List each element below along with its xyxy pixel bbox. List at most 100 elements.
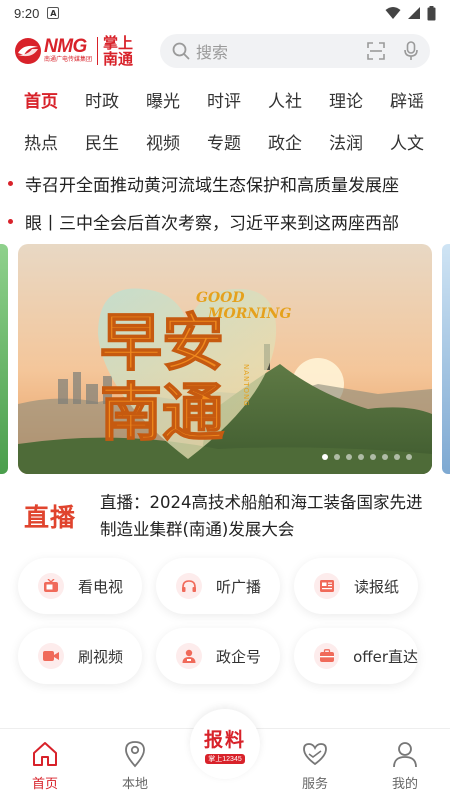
banner-good-morning[interactable]: GOOD MORNING 早安 南通 NANTONG bbox=[18, 244, 432, 474]
wifi-icon bbox=[385, 7, 401, 19]
headline-text: 寺召开全面推动黄河流域生态保护和高质量发展座 bbox=[25, 175, 399, 196]
banner-image: GOOD MORNING 早安 南通 NANTONG bbox=[18, 244, 432, 474]
tab-label: 本地 bbox=[121, 777, 148, 792]
page-dot[interactable] bbox=[322, 454, 328, 460]
channel-row-1: 首页 时政 曝光 时评 人社 理论 辟谣 bbox=[0, 78, 450, 120]
headline-item[interactable]: 眼丨三中全会后首次考察，习近平来到这两座西部 bbox=[0, 202, 450, 240]
logo-text: NMG 南通广电传媒集团 bbox=[44, 36, 93, 64]
headline-text: 眼丨三中全会后首次考察，习近平来到这两座西部 bbox=[25, 213, 399, 234]
listen-radio-button[interactable]: 听广播 bbox=[156, 558, 280, 614]
gov-enterprise-button[interactable]: 政企号 bbox=[156, 628, 280, 684]
channel-tab[interactable]: 时政 bbox=[73, 87, 134, 112]
headphones-icon bbox=[176, 573, 202, 599]
channel-tab[interactable]: 政企 bbox=[256, 129, 317, 154]
report-sublabel: 掌上12345 bbox=[205, 753, 245, 764]
tab-services[interactable]: 服务 bbox=[270, 729, 360, 800]
service-label: offer直达 bbox=[353, 647, 418, 666]
service-shortcuts: 看电视 听广播 读报纸 刷视频 政企号 offer直达 bbox=[0, 558, 450, 698]
page-dot[interactable] bbox=[406, 454, 412, 460]
tab-label: 首页 bbox=[31, 777, 58, 792]
report-button[interactable]: 报料 掌上12345 bbox=[190, 709, 260, 779]
watch-videos-button[interactable]: 刷视频 bbox=[18, 628, 142, 684]
status-time: 9:20 bbox=[14, 5, 40, 21]
channel-tab[interactable]: 曝光 bbox=[134, 87, 195, 112]
app-header: NMG 南通广电传媒集团 掌上 南通 搜索 bbox=[0, 26, 450, 76]
channel-tab[interactable]: 辟谣 bbox=[378, 87, 439, 112]
search-placeholder: 搜索 bbox=[196, 43, 229, 62]
channel-tab[interactable]: 首页 bbox=[12, 87, 73, 112]
service-label: 读报纸 bbox=[354, 577, 400, 596]
banner-en-line1: GOOD bbox=[196, 290, 245, 306]
page-dot[interactable] bbox=[370, 454, 376, 460]
bullet-dot bbox=[8, 218, 13, 224]
heart-hands-icon bbox=[300, 739, 330, 769]
page-dot[interactable] bbox=[382, 454, 388, 460]
channel-tab[interactable]: 人文 bbox=[378, 129, 439, 154]
service-label: 听广播 bbox=[216, 577, 262, 596]
status-icons bbox=[385, 5, 436, 21]
page-dot[interactable] bbox=[358, 454, 364, 460]
offer-direct-button[interactable]: offer直达 bbox=[294, 628, 418, 684]
tab-label: 我的 bbox=[391, 777, 418, 792]
channel-tab[interactable]: 法润 bbox=[317, 129, 378, 154]
banner-cn-line2: 南通 bbox=[100, 376, 224, 449]
channel-tab[interactable]: 时评 bbox=[195, 87, 256, 112]
logo-app-name: 掌上 南通 bbox=[103, 35, 133, 67]
service-label: 政企号 bbox=[216, 647, 262, 666]
newspaper-icon bbox=[314, 573, 340, 599]
status-bar: 9:20 A bbox=[0, 0, 450, 26]
microphone-icon[interactable] bbox=[404, 41, 418, 61]
page-dot[interactable] bbox=[394, 454, 400, 460]
search-input[interactable]: 搜索 bbox=[160, 34, 430, 68]
tv-icon bbox=[38, 573, 64, 599]
channel-row-2: 热点 民生 视频 专题 政企 法润 人文 bbox=[0, 120, 450, 162]
channel-tab[interactable]: 热点 bbox=[12, 129, 73, 154]
channel-tab[interactable]: 视频 bbox=[134, 129, 195, 154]
tab-label: 服务 bbox=[301, 777, 328, 792]
bottom-tab-bar: 首页 本地 报料 掌上12345 服务 我的 bbox=[0, 709, 450, 800]
page-dot[interactable] bbox=[334, 454, 340, 460]
headline-ticker: 寺召开全面推动黄河流域生态保护和高质量发展座 眼丨三中全会后首次考察，习近平来到… bbox=[0, 164, 450, 240]
home-icon bbox=[30, 739, 60, 769]
service-label: 刷视频 bbox=[78, 647, 124, 666]
channel-nav: 首页 时政 曝光 时评 人社 理论 辟谣 热点 民生 视频 专题 政企 法润 人… bbox=[0, 78, 450, 162]
carousel-pagination bbox=[322, 454, 412, 460]
video-camera-icon bbox=[38, 643, 64, 669]
live-stream-item[interactable]: 直播 直播：2024高技术船舶和海工装备国家先进制造业集群(南通)发展大会 bbox=[0, 486, 450, 546]
battery-icon bbox=[427, 5, 436, 20]
channel-tab[interactable]: 专题 bbox=[195, 129, 256, 154]
report-label: 报料 bbox=[203, 728, 246, 751]
logo-brand: NMG bbox=[44, 36, 87, 57]
scan-icon[interactable] bbox=[366, 41, 386, 61]
channel-tab[interactable]: 理论 bbox=[317, 87, 378, 112]
carousel-prev-peek[interactable] bbox=[0, 244, 8, 474]
channel-tab[interactable]: 人社 bbox=[256, 87, 317, 112]
banner-cn-line1: 早安 bbox=[100, 306, 224, 379]
location-pin-icon bbox=[120, 739, 150, 769]
tab-report[interactable]: 报料 掌上12345 bbox=[180, 709, 270, 800]
channel-tab[interactable]: 民生 bbox=[73, 129, 134, 154]
notification-icon: A bbox=[47, 7, 60, 19]
banner-carousel[interactable]: GOOD MORNING 早安 南通 NANTONG bbox=[0, 244, 450, 474]
logo-name-line1: 掌上 bbox=[103, 34, 134, 52]
logo-subtitle: 南通广电传媒集团 bbox=[44, 56, 93, 63]
logo-divider bbox=[97, 37, 99, 65]
live-tag: 直播 bbox=[23, 503, 76, 532]
logo-name-line2: 南通 bbox=[103, 50, 134, 68]
watch-tv-button[interactable]: 看电视 bbox=[18, 558, 142, 614]
app-logo[interactable]: NMG 南通广电传媒集团 掌上 南通 bbox=[14, 31, 152, 71]
service-row: 看电视 听广播 读报纸 bbox=[0, 558, 450, 614]
signal-icon bbox=[408, 7, 420, 19]
carousel-next-peek[interactable] bbox=[442, 244, 450, 474]
tab-home[interactable]: 首页 bbox=[0, 729, 90, 800]
live-title: 直播：2024高技术船舶和海工装备国家先进制造业集群(南通)发展大会 bbox=[100, 493, 423, 539]
headline-item[interactable]: 寺召开全面推动黄河流域生态保护和高质量发展座 bbox=[0, 164, 450, 202]
service-label: 看电视 bbox=[78, 577, 124, 596]
tab-profile[interactable]: 我的 bbox=[360, 729, 450, 800]
read-newspaper-button[interactable]: 读报纸 bbox=[294, 558, 418, 614]
tab-local[interactable]: 本地 bbox=[90, 729, 180, 800]
banner-vertical-text: NANTONG bbox=[242, 364, 250, 407]
page-dot[interactable] bbox=[346, 454, 352, 460]
user-icon bbox=[390, 739, 420, 769]
search-icon bbox=[172, 42, 190, 60]
